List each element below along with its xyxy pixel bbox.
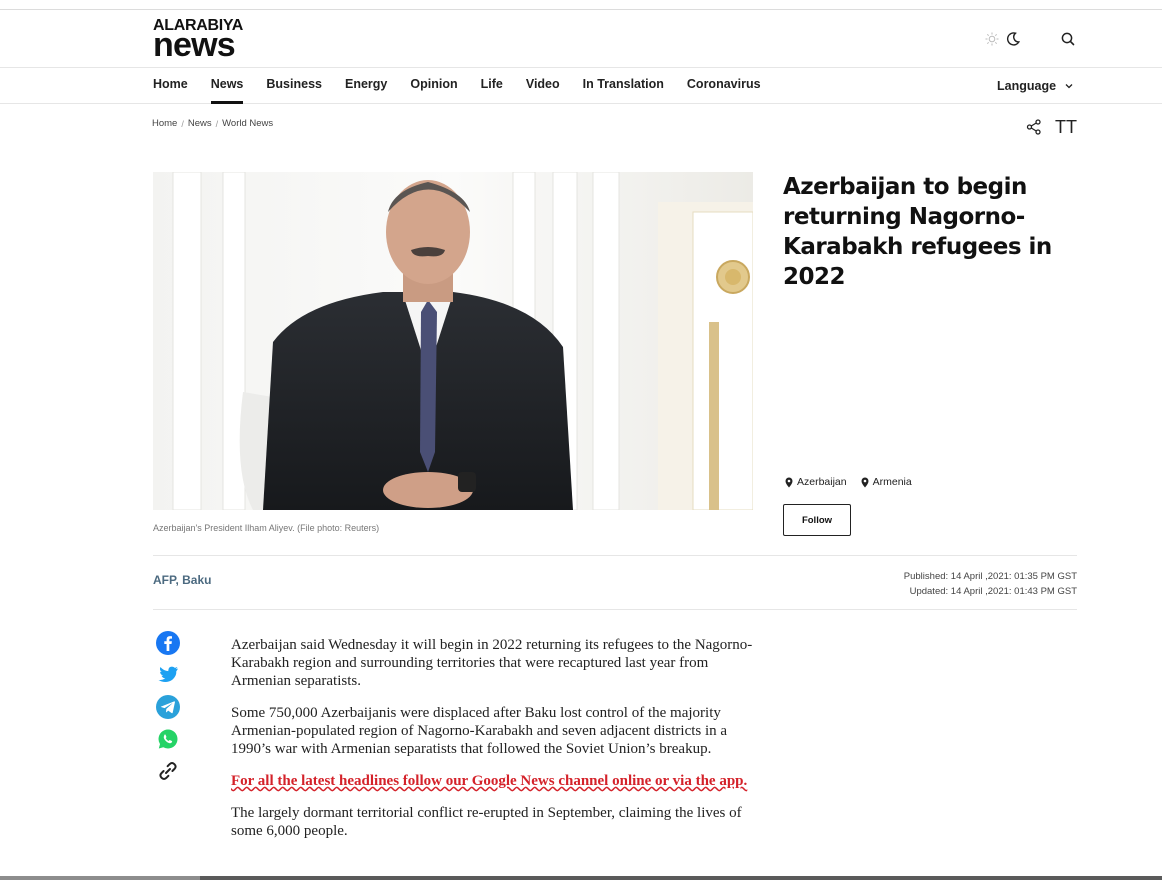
- nav-item-life[interactable]: Life: [481, 68, 503, 104]
- article-source: AFP, Baku: [153, 573, 212, 587]
- tag-azerbaijan[interactable]: Azerbaijan: [785, 476, 847, 488]
- follow-button[interactable]: Follow: [783, 504, 851, 536]
- search-icon: [1061, 32, 1075, 46]
- main-nav: Home News Business Energy Opinion Life V…: [0, 68, 1162, 104]
- language-dropdown[interactable]: Language: [997, 68, 1074, 104]
- updated-date: Updated: 14 April ,2021: 01:43 PM GST: [909, 586, 1077, 597]
- social-share-bar: [155, 630, 181, 784]
- location-pin-icon: [785, 477, 793, 487]
- president-photo: [153, 172, 753, 510]
- chevron-down-icon: [1065, 84, 1073, 89]
- google-news-promo-link[interactable]: For all the latest headlines follow our …: [231, 773, 747, 789]
- tag-armenia[interactable]: Armenia: [861, 476, 912, 488]
- hero-caption: Azerbaijan's President Ilham Aliyev. (Fi…: [153, 523, 380, 533]
- nav-item-in-translation[interactable]: In Translation: [583, 68, 664, 104]
- nav-item-business[interactable]: Business: [266, 68, 322, 104]
- logo-line2: news: [153, 26, 236, 64]
- nav-item-energy[interactable]: Energy: [345, 68, 387, 104]
- article-dates: Published: 14 April ,2021: 01:35 PM GST …: [904, 569, 1077, 599]
- scrollbar-thumb[interactable]: [0, 876, 200, 880]
- font-size-button[interactable]: TT: [1055, 116, 1077, 138]
- moon-icon: [1006, 32, 1021, 46]
- article-body: Azerbaijan said Wednesday it will begin …: [231, 636, 766, 854]
- hero-image: [153, 172, 753, 510]
- search-button[interactable]: [1058, 29, 1078, 49]
- location-pin-icon: [861, 477, 869, 487]
- nav-item-video[interactable]: Video: [526, 68, 560, 104]
- twitter-icon[interactable]: [155, 662, 181, 688]
- nav-item-news[interactable]: News: [210, 68, 243, 104]
- whatsapp-icon[interactable]: [155, 726, 181, 752]
- facebook-icon[interactable]: [155, 630, 181, 656]
- nav-item-home[interactable]: Home: [153, 68, 188, 104]
- breadcrumb-separator: /: [215, 118, 219, 129]
- divider: [153, 555, 1077, 556]
- site-logo[interactable]: ALARABIYA news: [153, 17, 253, 64]
- nav-item-coronavirus[interactable]: Coronavirus: [687, 68, 761, 104]
- breadcrumb-news[interactable]: News: [188, 118, 212, 129]
- breadcrumb-home[interactable]: Home: [152, 118, 177, 129]
- site-header: ALARABIYA news: [0, 10, 1162, 68]
- tag-label: Armenia: [872, 476, 912, 488]
- language-label: Language: [997, 78, 1057, 93]
- tag-label: Azerbaijan: [797, 476, 847, 488]
- sun-icon: [985, 32, 999, 46]
- telegram-icon[interactable]: [155, 694, 181, 720]
- article-headline: Azerbaijan to begin returning Nagorno-Ka…: [783, 174, 1052, 290]
- breadcrumb: Home / News / World News: [152, 118, 273, 129]
- article-paragraph: The largely dormant territorial conflict…: [231, 805, 742, 839]
- article-paragraph: Azerbaijan said Wednesday it will begin …: [231, 637, 753, 689]
- horizontal-scrollbar[interactable]: [0, 876, 1162, 880]
- article-paragraph: Some 750,000 Azerbaijanis were displaced…: [231, 705, 728, 757]
- breadcrumb-separator: /: [181, 118, 184, 129]
- nav-item-opinion[interactable]: Opinion: [410, 68, 457, 104]
- theme-toggle[interactable]: [985, 29, 1027, 49]
- share-icon: [1026, 119, 1041, 135]
- divider: [153, 609, 1077, 610]
- breadcrumb-world-news[interactable]: World News: [222, 118, 273, 129]
- published-date: Published: 14 April ,2021: 01:35 PM GST: [903, 571, 1077, 582]
- topic-tags: Azerbaijan Armenia: [785, 476, 912, 488]
- link-icon[interactable]: [155, 758, 181, 784]
- share-button[interactable]: [1025, 118, 1043, 136]
